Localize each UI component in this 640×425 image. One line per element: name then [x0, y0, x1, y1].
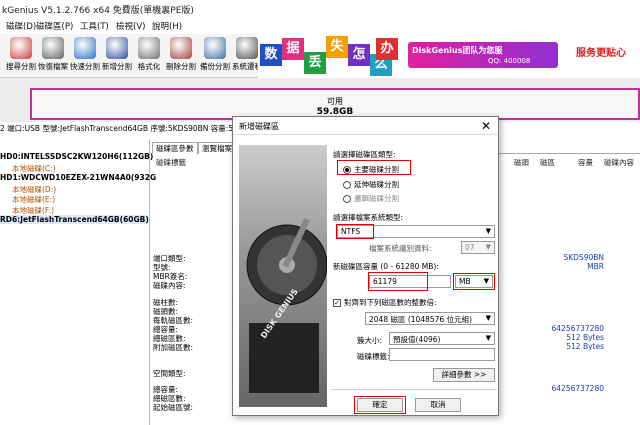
align-value: 2048 磁區 (1048576 位元組) [369, 315, 472, 324]
title-bar: kGenius V5.1.2.766 x64 免費版(單機裏PE版) [0, 0, 640, 18]
highlight-primary [337, 160, 411, 175]
align-select[interactable]: 2048 磁區 (1048576 位元組) ▼ [365, 312, 495, 325]
menu-bar: 磁碟(D) 磁碟區(P) 工具(T) 檢視(V) 說明(H) [0, 18, 640, 34]
tab-partition-params[interactable]: 磁碟區參數 [152, 142, 198, 154]
cancel-button[interactable]: 取消 [415, 398, 461, 412]
quick-partition-icon [74, 37, 96, 59]
tab-browse-files[interactable]: 瀏覽檔案 [198, 142, 236, 154]
tree-partition-item[interactable]: 本地磁碟(E:) [12, 194, 55, 205]
toolbar-button-5[interactable]: 刪除分割 [162, 36, 200, 74]
banner-char: 怎 [348, 44, 370, 66]
cluster-label: 簇大小: [357, 336, 383, 345]
col-capacity: 容量 [578, 158, 593, 167]
disk-tree: HD0:INTELSSDSC2KW120H6(112GB) 本地磁碟(C:) HD1… [0, 140, 156, 425]
menu-view[interactable]: 檢視(V) [116, 20, 145, 32]
dialog-separator [331, 389, 497, 390]
new-partition-icon [106, 37, 128, 59]
highlight-unit [453, 273, 495, 290]
detail-label: 空間類型: [153, 369, 186, 378]
radio-logical-label: 邏輯磁碟分割 [354, 194, 399, 203]
radio-extended-dot[interactable] [343, 181, 351, 189]
toolbar-button-label: 刪除分割 [166, 62, 196, 71]
chevron-down-icon: ▼ [485, 243, 491, 251]
close-icon[interactable]: ✕ [478, 118, 494, 134]
menu-disk[interactable]: 磁碟(D) [6, 20, 36, 32]
menu-tools[interactable]: 工具(T) [80, 20, 109, 32]
detail-value: 64256737280 [551, 324, 605, 333]
highlight-ok [354, 396, 406, 414]
volume-label-label: 磁碟標籤: [357, 352, 390, 361]
cluster-select[interactable]: 預設值(4096) ▼ [389, 332, 495, 345]
detail-value: MBR [587, 262, 604, 271]
new-partition-dialog: 新增磁碟區 ✕ DISK GENIUS 請選擇磁碟區類型: 主要磁碟分割 延伸磁… [232, 116, 499, 416]
cluster-value: 預設值(4096) [393, 335, 441, 344]
menu-partition[interactable]: 磁碟區(P) [36, 20, 73, 32]
tree-disk-item[interactable]: HD0:INTELSSDSC2KW120H6(112GB) [0, 152, 153, 161]
chevron-down-icon: ▼ [485, 334, 491, 342]
radio-extended-label: 延伸磁碟分割 [354, 180, 399, 189]
detail-value: SKDS90BN [563, 253, 604, 262]
dialog-title: 新增磁碟區 [239, 122, 279, 131]
col-content: 磁碟內容 [604, 158, 634, 167]
detail-value: 64256737280 [551, 384, 605, 393]
detail-label: 起始磁區號: [153, 403, 194, 412]
banner-char: 办 [376, 38, 398, 60]
sysid-select: 07 ▼ [461, 241, 495, 254]
chevron-down-icon: ▼ [485, 227, 491, 235]
ad-banner[interactable]: 数据丢失怎么办 DiskGenius团队为您服 QQ: 400008 服务更贴心 [258, 34, 640, 78]
free-space-label: 可用 [327, 97, 343, 106]
tree-partition-item[interactable]: 本地磁碟(F:) [12, 205, 54, 216]
col-heads: 磁頭 [514, 158, 529, 167]
align-check-box[interactable]: ✓ [333, 299, 341, 307]
volume-label-input[interactable] [389, 348, 495, 361]
chevron-down-icon: ▼ [485, 314, 491, 322]
banner-qq: QQ: 400008 [488, 57, 531, 65]
detail-value: 512 Bytes [566, 333, 604, 342]
banner-brand: DiskGenius团队为您服 [412, 46, 503, 55]
banner-char: 丢 [304, 52, 326, 74]
banner-service: 服务更贴心 [576, 48, 626, 59]
format-icon [138, 37, 160, 59]
col-sectors: 磁區 [540, 158, 555, 167]
radio-extended[interactable]: 延伸磁碟分割 [343, 179, 399, 190]
banner-char: 失 [326, 36, 348, 58]
tree-partition-item[interactable]: 本地磁碟(D:) [12, 184, 56, 195]
align-label: 對齊到下列磁區數的整數倍: [344, 298, 437, 307]
migrate-icon [236, 37, 258, 59]
banner-char: 数 [260, 44, 282, 66]
filesystem-label: 請選擇檔案系統類型: [333, 213, 404, 222]
tree-disk-item[interactable]: HD1:WDCWD10EZEX-21WN4A0(932G [0, 173, 156, 182]
align-checkbox[interactable]: ✓ 對齊到下列磁區數的整數倍: [333, 297, 437, 308]
tree-partition-item[interactable]: 本地磁碟(C:) [12, 163, 56, 174]
sysid-label: 檔案系統識別資料: [369, 244, 432, 253]
partition-type-label: 請選擇磁碟區類型: [333, 150, 396, 159]
hard-disk-image: DISK GENIUS [239, 145, 328, 407]
dialog-title-bar: 新增磁碟區 ✕ [233, 117, 498, 135]
col-volume-label: 磁碟標籤 [156, 158, 186, 167]
hard-disk-illustration [246, 217, 328, 393]
delete-partition-icon [170, 37, 192, 59]
banner-char: 据 [282, 38, 304, 60]
menu-help[interactable]: 說明(H) [152, 20, 182, 32]
radio-logical-dot [343, 195, 351, 203]
size-label: 新磁碟區容量 (0 - 61280 MB): [333, 262, 439, 271]
sysid-value: 07 [465, 243, 475, 252]
radio-logical: 邏輯磁碟分割 [343, 193, 399, 204]
banner-brand-box: DiskGenius团队为您服 QQ: 400008 [408, 42, 558, 68]
search-icon [10, 37, 32, 59]
backup-icon [204, 37, 226, 59]
highlight-size [368, 272, 428, 291]
detail-label: 附加磁區數: [153, 343, 194, 352]
restore-icon [42, 37, 64, 59]
detail-label: 磁碟內容: [153, 281, 186, 290]
highlight-filesystem [336, 224, 374, 239]
detail-value: 512 Bytes [566, 342, 604, 351]
tree-disk-item[interactable]: RD6:JetFlashTranscend64GB(60GB) [0, 215, 149, 224]
advanced-button[interactable]: 詳細參數 >> [433, 368, 495, 382]
window-title: kGenius V5.1.2.766 x64 免費版(單機裏PE版) [2, 6, 194, 16]
